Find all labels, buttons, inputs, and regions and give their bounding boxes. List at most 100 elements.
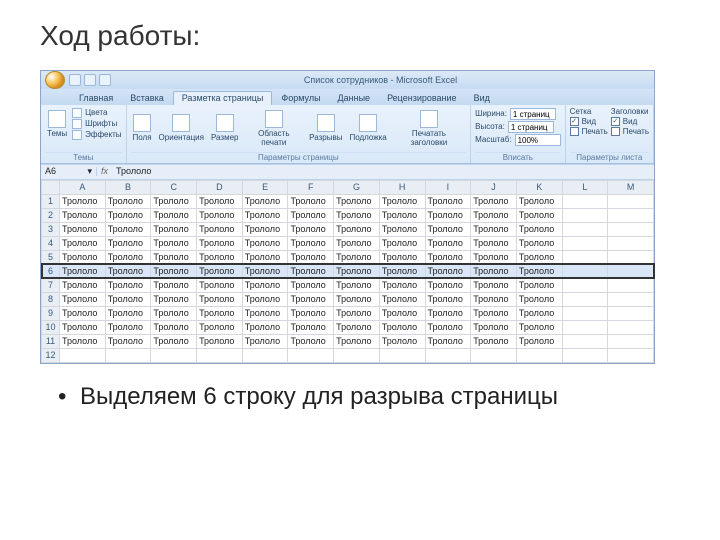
- cell[interactable]: Трололо: [197, 292, 243, 306]
- cell[interactable]: Трололо: [516, 278, 562, 292]
- table-row[interactable]: 10ТрололоТрололоТрололоТрололоТрололоТро…: [42, 320, 654, 334]
- table-row[interactable]: 5ТрололоТрололоТрололоТрололоТрололоТрол…: [42, 250, 654, 264]
- cell[interactable]: Трололо: [105, 334, 151, 348]
- cell[interactable]: [608, 306, 654, 320]
- row-header[interactable]: 2: [42, 208, 60, 222]
- cell[interactable]: Трололо: [425, 264, 471, 278]
- cell[interactable]: Трололо: [425, 278, 471, 292]
- cell[interactable]: Трололо: [288, 320, 334, 334]
- cell[interactable]: Трололо: [242, 236, 288, 250]
- cell[interactable]: Трололо: [379, 250, 425, 264]
- cell[interactable]: Трололо: [288, 236, 334, 250]
- table-row[interactable]: 11ТрололоТрололоТрололоТрололоТрололоТро…: [42, 334, 654, 348]
- cell[interactable]: Трололо: [379, 334, 425, 348]
- tab-review[interactable]: Рецензирование: [379, 92, 465, 105]
- cell[interactable]: Трололо: [334, 222, 380, 236]
- cell[interactable]: Трололо: [60, 222, 106, 236]
- gridlines-print-checkbox[interactable]: [570, 127, 579, 136]
- cell[interactable]: [608, 278, 654, 292]
- cell[interactable]: [608, 292, 654, 306]
- col-header[interactable]: B: [105, 180, 151, 194]
- cell[interactable]: Трололо: [425, 194, 471, 208]
- height-input[interactable]: [508, 121, 554, 133]
- cell[interactable]: Трололо: [471, 208, 517, 222]
- cell[interactable]: Трололо: [471, 250, 517, 264]
- themes-button[interactable]: Темы: [45, 108, 69, 141]
- cell[interactable]: Трололо: [379, 264, 425, 278]
- margins-button[interactable]: Поля: [131, 112, 154, 145]
- cell[interactable]: Трололо: [425, 334, 471, 348]
- cell[interactable]: Трололо: [151, 320, 197, 334]
- size-button[interactable]: Размер: [209, 112, 241, 145]
- cell[interactable]: Трололо: [105, 222, 151, 236]
- cell[interactable]: Трололо: [197, 264, 243, 278]
- cell[interactable]: Трололо: [197, 334, 243, 348]
- tab-data[interactable]: Данные: [330, 92, 379, 105]
- tab-home[interactable]: Главная: [71, 92, 121, 105]
- cell[interactable]: Трололо: [288, 334, 334, 348]
- table-row[interactable]: 12: [42, 348, 654, 362]
- formula-bar-value[interactable]: Трололо: [112, 167, 654, 176]
- grid[interactable]: ABCDEFGHIJKLM1ТрололоТрололоТрололоТроло…: [41, 180, 654, 363]
- cell[interactable]: Трололо: [60, 264, 106, 278]
- colors-button[interactable]: Цвета: [72, 108, 121, 118]
- row-header[interactable]: 10: [42, 320, 60, 334]
- cell[interactable]: [562, 208, 608, 222]
- row-header[interactable]: 1: [42, 194, 60, 208]
- cell[interactable]: Трололо: [471, 236, 517, 250]
- cell[interactable]: Трололо: [425, 208, 471, 222]
- cell[interactable]: [334, 348, 380, 362]
- cell[interactable]: Трололо: [151, 194, 197, 208]
- qat-save-icon[interactable]: [69, 74, 81, 86]
- cell[interactable]: Трололо: [379, 278, 425, 292]
- cell[interactable]: Трололо: [334, 306, 380, 320]
- cell[interactable]: [60, 348, 106, 362]
- row-header[interactable]: 11: [42, 334, 60, 348]
- cell[interactable]: [562, 278, 608, 292]
- cell[interactable]: Трололо: [197, 306, 243, 320]
- cell[interactable]: [516, 348, 562, 362]
- gridlines-view-checkbox[interactable]: ✓: [570, 117, 579, 126]
- cell[interactable]: Трололо: [516, 306, 562, 320]
- cell[interactable]: Трололо: [105, 208, 151, 222]
- col-header[interactable]: F: [288, 180, 334, 194]
- cell[interactable]: [562, 250, 608, 264]
- effects-button[interactable]: Эффекты: [72, 130, 121, 140]
- orientation-button[interactable]: Ориентация: [157, 112, 206, 145]
- cell[interactable]: Трололо: [334, 320, 380, 334]
- cell[interactable]: Трололо: [151, 236, 197, 250]
- cell[interactable]: [608, 194, 654, 208]
- fx-icon[interactable]: fx: [97, 167, 112, 176]
- cell[interactable]: Трололо: [105, 278, 151, 292]
- breaks-button[interactable]: Разрывы: [307, 112, 344, 145]
- cell[interactable]: Трололо: [105, 194, 151, 208]
- cell[interactable]: [197, 348, 243, 362]
- table-row[interactable]: 9ТрололоТрололоТрололоТрололоТрололоТрол…: [42, 306, 654, 320]
- cell[interactable]: Трололо: [151, 292, 197, 306]
- cell[interactable]: Трололо: [288, 194, 334, 208]
- cell[interactable]: Трололо: [516, 292, 562, 306]
- cell[interactable]: Трололо: [242, 264, 288, 278]
- cell[interactable]: Трололо: [242, 292, 288, 306]
- cell[interactable]: [608, 208, 654, 222]
- tab-insert[interactable]: Вставка: [122, 92, 171, 105]
- cell[interactable]: Трололо: [288, 208, 334, 222]
- print-area-button[interactable]: Область печати: [243, 108, 304, 150]
- cell[interactable]: Трололо: [471, 306, 517, 320]
- cell[interactable]: Трололо: [288, 250, 334, 264]
- cell[interactable]: Трололо: [242, 250, 288, 264]
- name-box[interactable]: A6▾: [41, 167, 97, 176]
- cell[interactable]: Трололо: [288, 222, 334, 236]
- cell[interactable]: Трололо: [334, 194, 380, 208]
- table-row[interactable]: 8ТрололоТрололоТрололоТрололоТрололоТрол…: [42, 292, 654, 306]
- cell[interactable]: Трололо: [242, 334, 288, 348]
- cell[interactable]: [242, 348, 288, 362]
- col-header[interactable]: J: [471, 180, 517, 194]
- cell[interactable]: Трололо: [242, 208, 288, 222]
- cell[interactable]: Трололо: [288, 306, 334, 320]
- cell[interactable]: [608, 348, 654, 362]
- cell[interactable]: Трололо: [151, 264, 197, 278]
- cell[interactable]: Трололо: [242, 306, 288, 320]
- cell[interactable]: Трололо: [425, 222, 471, 236]
- cell[interactable]: Трололо: [197, 222, 243, 236]
